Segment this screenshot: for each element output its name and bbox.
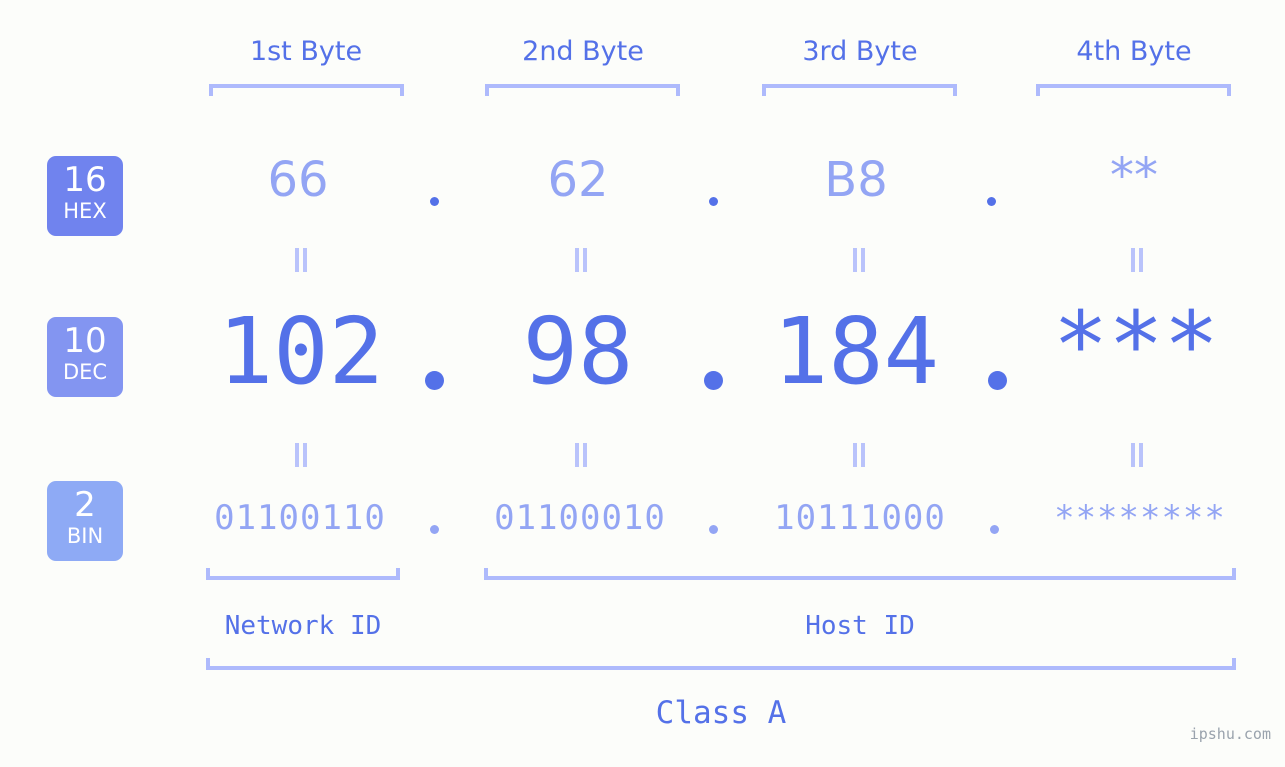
dec-byte-3: 184 — [772, 298, 940, 405]
equals-mark-hex-dec-3 — [849, 248, 869, 272]
hex-byte-1: 66 — [267, 152, 329, 208]
hex-separator-1 — [430, 197, 439, 206]
base-badge-bin[interactable]: 2 BIN — [47, 481, 123, 561]
class-bracket — [206, 658, 1236, 670]
equals-mark-dec-bin-2 — [571, 443, 591, 467]
bin-separator-2 — [709, 525, 718, 534]
host-id-label: Host ID — [805, 611, 915, 641]
bin-separator-1 — [430, 525, 439, 534]
base-badge-bin-label: BIN — [66, 524, 104, 548]
network-id-bracket — [206, 568, 400, 580]
hex-byte-4: ** — [1110, 148, 1158, 204]
dec-separator-1 — [425, 371, 444, 390]
byte-bracket-1 — [209, 84, 404, 96]
base-badge-hex-label: HEX — [63, 199, 107, 223]
base-badge-dec-number: 10 — [63, 321, 107, 361]
dec-separator-2 — [704, 371, 723, 390]
byte-header-4: 4th Byte — [1076, 36, 1192, 67]
bin-byte-2: 01100010 — [494, 498, 666, 538]
network-id-label: Network ID — [224, 611, 382, 641]
byte-header-2: 2nd Byte — [522, 36, 644, 67]
equals-mark-dec-bin-1 — [291, 443, 311, 467]
dec-byte-4: *** — [1052, 292, 1220, 399]
bin-separator-3 — [990, 525, 999, 534]
dec-byte-1: 102 — [217, 298, 385, 405]
hex-byte-3: B8 — [824, 152, 888, 208]
base-badge-bin-number: 2 — [74, 485, 96, 525]
byte-header-3: 3rd Byte — [802, 36, 918, 67]
base-badge-dec-label: DEC — [62, 360, 108, 384]
base-badge-dec[interactable]: 10 DEC — [47, 317, 123, 397]
equals-mark-hex-dec-2 — [571, 248, 591, 272]
host-id-bracket — [484, 568, 1236, 580]
hex-byte-2: 62 — [547, 152, 609, 208]
byte-header-1: 1st Byte — [249, 36, 363, 67]
hex-separator-2 — [709, 197, 718, 206]
equals-mark-hex-dec-4 — [1127, 248, 1147, 272]
equals-mark-dec-bin-3 — [849, 443, 869, 467]
watermark: ipshu.com — [1189, 725, 1271, 743]
dec-byte-2: 98 — [522, 298, 634, 405]
ip-byte-diagram: 1st Byte 2nd Byte 3rd Byte 4th Byte 16 H… — [0, 0, 1285, 767]
byte-bracket-4 — [1036, 84, 1231, 96]
bin-byte-1: 01100110 — [214, 498, 386, 538]
base-badge-hex[interactable]: 16 HEX — [47, 156, 123, 236]
dec-separator-3 — [988, 371, 1007, 390]
hex-separator-3 — [987, 197, 996, 206]
equals-mark-dec-bin-4 — [1127, 443, 1147, 467]
byte-bracket-3 — [762, 84, 957, 96]
class-label: Class A — [655, 695, 787, 731]
byte-bracket-2 — [485, 84, 680, 96]
base-badge-hex-number: 16 — [63, 160, 107, 200]
bin-byte-4: ******** — [1054, 498, 1226, 538]
equals-mark-hex-dec-1 — [291, 248, 311, 272]
bin-byte-3: 10111000 — [774, 498, 946, 538]
